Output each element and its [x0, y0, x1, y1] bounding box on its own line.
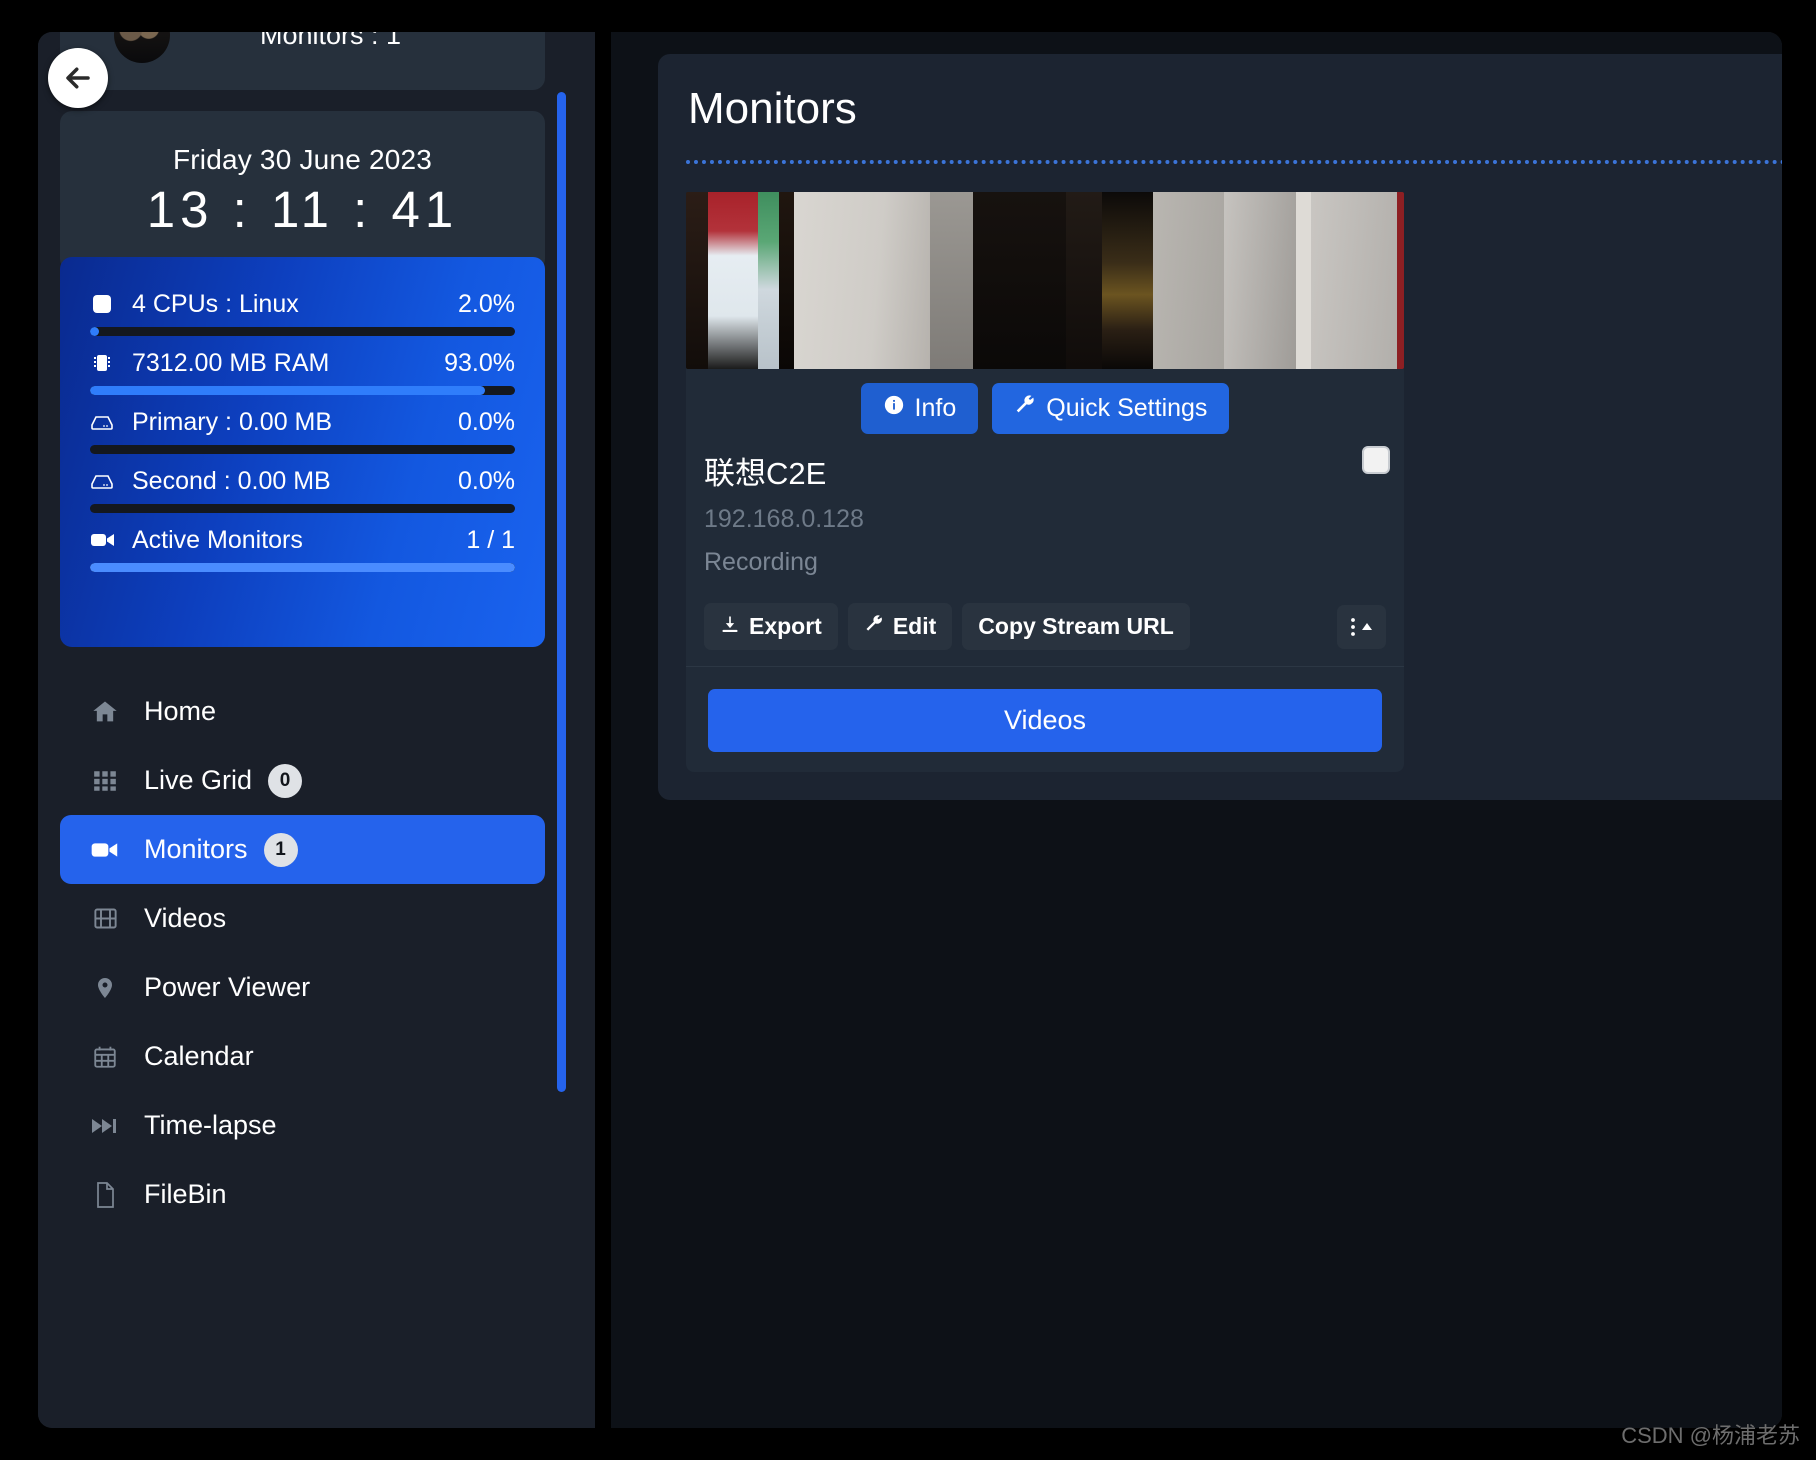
video-camera-icon	[88, 840, 122, 860]
sidebar-item-label: Monitors	[144, 834, 248, 865]
disk-icon	[90, 468, 120, 494]
export-button-label: Export	[749, 613, 822, 640]
page-title: Monitors	[688, 84, 1782, 134]
stat-bar-second-disk	[90, 504, 515, 513]
copy-stream-url-button-label: Copy Stream URL	[978, 613, 1174, 640]
sidebar-scrollbar-thumb[interactable]	[557, 92, 566, 1092]
quick-settings-button[interactable]: Quick Settings	[992, 383, 1229, 434]
stat-label-primary-disk: Primary : 0.00 MB	[132, 408, 458, 437]
sidebar-item-live-grid[interactable]: Live Grid 0	[60, 746, 545, 815]
stat-value-ram: 93.0%	[444, 349, 515, 378]
monitor-card: Info Quick Settings 联想C2E 192.168.0.128	[686, 192, 1404, 772]
sidebar-item-monitors[interactable]: Monitors 1	[60, 815, 545, 884]
quick-settings-button-label: Quick Settings	[1046, 394, 1207, 423]
watermark: CSDN @杨浦老苏	[1621, 1418, 1800, 1450]
info-button[interactable]: Info	[861, 383, 979, 434]
calendar-icon	[88, 1044, 122, 1070]
monitor-select-checkbox[interactable]	[1362, 446, 1390, 474]
monitor-details: 联想C2E 192.168.0.128 Recording	[686, 442, 1404, 577]
video-camera-icon	[90, 527, 120, 553]
videos-button[interactable]: Videos	[708, 689, 1382, 752]
clock-date: Friday 30 June 2023	[173, 144, 432, 176]
stat-bar-cpu	[90, 327, 515, 336]
sidebar-item-calendar[interactable]: Calendar	[60, 1022, 545, 1091]
back-button[interactable]	[48, 48, 108, 108]
cpu-icon	[90, 291, 120, 317]
stat-bar-active-monitors	[90, 563, 515, 572]
disk-icon	[90, 409, 120, 435]
monitor-ip-address: 192.168.0.128	[704, 505, 1386, 534]
map-pin-icon	[88, 974, 122, 1002]
sidebar: Monitors : 1 Friday 30 June 2023 13 : 11…	[38, 32, 595, 1428]
profile-card[interactable]: Monitors : 1	[60, 32, 545, 90]
edit-button[interactable]: Edit	[848, 603, 952, 650]
main-content: Monitors	[611, 32, 1782, 1428]
stat-row-cpu: 4 CPUs : Linux 2.0%	[90, 283, 515, 336]
sidebar-nav: Home Live Grid 0	[60, 677, 545, 1229]
sidebar-item-label: Time-lapse	[144, 1110, 277, 1141]
file-icon	[88, 1181, 122, 1209]
fast-forward-icon	[88, 1116, 122, 1136]
more-options-icon[interactable]	[1337, 605, 1386, 649]
sidebar-item-label: Videos	[144, 903, 226, 934]
monitor-name: 联想C2E	[704, 448, 1386, 493]
copy-stream-url-button[interactable]: Copy Stream URL	[962, 603, 1190, 650]
film-icon	[88, 905, 122, 932]
camera-preview-thumbnail[interactable]	[686, 192, 1404, 369]
stat-label-active-monitors: Active Monitors	[132, 526, 466, 555]
profile-title: Monitors : 1	[170, 32, 491, 51]
sidebar-item-badge: 1	[264, 833, 298, 867]
stat-value-active-monitors: 1 / 1	[466, 526, 515, 555]
app-window: Monitors : 1 Friday 30 June 2023 13 : 11…	[38, 32, 1782, 1428]
stat-label-ram: 7312.00 MB RAM	[132, 349, 444, 378]
stat-row-second-disk: Second : 0.00 MB 0.0%	[90, 460, 515, 513]
wrench-icon	[1014, 394, 1036, 423]
stat-value-cpu: 2.0%	[458, 290, 515, 319]
edit-button-label: Edit	[893, 613, 936, 640]
title-divider	[686, 160, 1782, 164]
info-button-label: Info	[915, 394, 957, 423]
arrow-left-icon	[63, 63, 93, 93]
download-icon	[720, 613, 740, 640]
videos-button-wrap: Videos	[686, 667, 1404, 756]
home-icon	[88, 698, 122, 726]
stat-row-active-monitors: Active Monitors 1 / 1	[90, 519, 515, 572]
memory-icon	[90, 350, 120, 376]
clock-card: Friday 30 June 2023 13 : 11 : 41	[60, 111, 545, 271]
stat-bar-ram	[90, 386, 515, 395]
sidebar-item-label: Live Grid	[144, 765, 252, 796]
sidebar-item-power-viewer[interactable]: Power Viewer	[60, 953, 545, 1022]
stat-value-second-disk: 0.0%	[458, 467, 515, 496]
sidebar-item-label: Home	[144, 696, 216, 727]
sidebar-item-filebin[interactable]: FileBin	[60, 1160, 545, 1229]
sidebar-item-badge: 0	[268, 764, 302, 798]
stat-value-primary-disk: 0.0%	[458, 408, 515, 437]
export-button[interactable]: Export	[704, 603, 838, 650]
monitor-top-actions: Info Quick Settings	[686, 369, 1404, 442]
sidebar-item-label: Power Viewer	[144, 972, 310, 1003]
sidebar-item-label: Calendar	[144, 1041, 254, 1072]
stat-label-second-disk: Second : 0.00 MB	[132, 467, 458, 496]
system-stats-panel: 4 CPUs : Linux 2.0%	[60, 257, 545, 647]
stat-row-ram: 7312.00 MB RAM 93.0%	[90, 342, 515, 395]
sidebar-item-label: FileBin	[144, 1179, 227, 1210]
clock-time: 13 : 11 : 41	[147, 180, 458, 239]
stat-bar-primary-disk	[90, 445, 515, 454]
wrench-icon	[864, 613, 884, 640]
sidebar-item-home[interactable]: Home	[60, 677, 545, 746]
screenshot-root: Monitors : 1 Friday 30 June 2023 13 : 11…	[0, 0, 1816, 1460]
stat-label-cpu: 4 CPUs : Linux	[132, 290, 458, 319]
monitor-action-buttons: Export Edit Copy Stream URL	[686, 577, 1404, 667]
sidebar-divider	[595, 32, 611, 1428]
info-icon	[883, 394, 905, 423]
monitor-status: Recording	[704, 548, 1386, 577]
stat-row-primary-disk: Primary : 0.00 MB 0.0%	[90, 401, 515, 454]
sidebar-item-videos[interactable]: Videos	[60, 884, 545, 953]
sidebar-item-time-lapse[interactable]: Time-lapse	[60, 1091, 545, 1160]
grid-icon	[88, 768, 122, 794]
user-avatar-icon	[114, 32, 170, 63]
monitors-panel: Monitors	[658, 54, 1782, 800]
